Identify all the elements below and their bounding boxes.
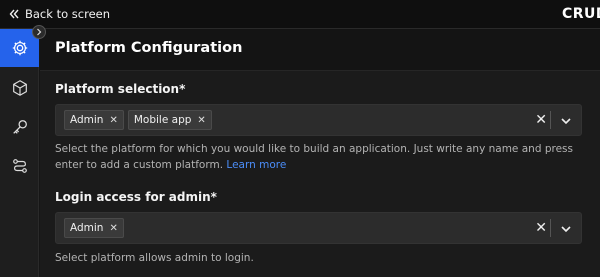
settings-gear-icon [12,40,27,56]
chip-admin: Admin ✕ [64,110,124,130]
back-to-screen-link[interactable]: Back to screen [9,7,110,21]
chip-label: Mobile app [133,114,192,126]
chip-label: Admin [70,222,104,234]
platform-selection-select[interactable]: Admin ✕ Mobile app ✕ ✕ [55,104,582,136]
back-label: Back to screen [25,7,111,21]
sidebar-collapse-toggle[interactable] [32,25,46,39]
double-chevron-left-icon [9,9,19,19]
page-title: Platform Configuration [55,40,243,56]
login-access-chips: Admin ✕ [64,218,124,238]
remove-chip-icon[interactable]: ✕ [197,115,205,126]
help-text: Select the platform for which you would … [55,143,573,171]
chip-mobile-app: Mobile app ✕ [127,110,212,130]
chip-label: Admin [70,114,104,126]
clear-selection-icon[interactable]: ✕ [535,113,547,127]
remove-chip-icon[interactable]: ✕ [109,115,117,126]
config-form: Platform selection* Admin ✕ Mobile app ✕… [40,71,600,277]
login-access-select[interactable]: Admin ✕ ✕ [55,212,582,244]
page-header: Platform Configuration [40,29,600,71]
sidebar-item-keys[interactable] [0,108,39,146]
platform-selection-help: Select the platform for which you would … [55,141,590,173]
login-access-label: Login access for admin* [55,190,217,204]
clear-selection-icon[interactable]: ✕ [535,221,547,235]
login-access-help: Select platform allows admin to login. [55,252,254,264]
remove-chip-icon[interactable]: ✕ [109,223,117,234]
learn-more-link[interactable]: Learn more [226,159,286,171]
top-bar: Back to screen CRUD [0,0,600,29]
cube-icon [12,80,27,96]
brand-logo: CRUD [562,6,600,22]
sidebar-item-models[interactable] [0,69,39,107]
sidebar-item-flow[interactable] [0,147,39,185]
chip-admin: Admin ✕ [64,218,124,238]
divider [550,111,551,129]
chevron-down-icon[interactable] [560,115,572,127]
sidebar [0,29,39,277]
platform-chips: Admin ✕ Mobile app ✕ [64,110,212,130]
chevron-right-icon [37,28,42,36]
chevron-down-icon[interactable] [560,223,572,235]
divider [550,219,551,237]
platform-selection-label: Platform selection* [55,82,186,96]
flow-icon [12,159,27,173]
key-icon [12,120,27,134]
